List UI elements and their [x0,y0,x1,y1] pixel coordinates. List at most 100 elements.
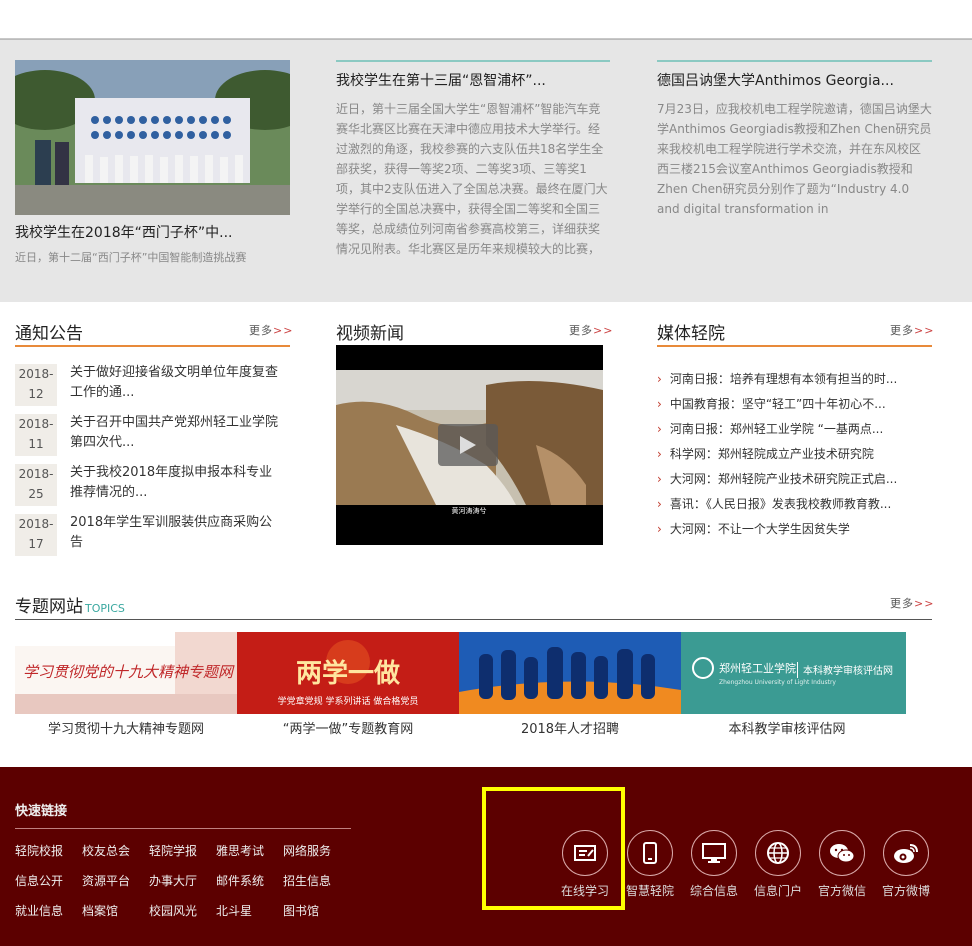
quick-link[interactable]: 校友总会 [82,842,130,859]
news-title[interactable]: 我校学生在第十三届“恩智浦杯”... [336,70,610,90]
news-item-3[interactable]: 德国吕讷堡大学Anthimos Georgia... 7月23日，应我校机电工程… [657,70,932,219]
media-link[interactable]: › 河南日报：郑州轻工业学院 “一基两点... [657,420,883,437]
weibo-icon [894,844,918,863]
info-portal-button[interactable] [755,830,801,876]
wechat-button[interactable] [819,830,865,876]
news-photo[interactable] [15,60,290,215]
quick-link[interactable]: 图书馆 [283,902,319,919]
banner-19th-congress[interactable]: 学习贯彻党的十九大精神专题网 [15,632,237,714]
quick-link[interactable]: 档案馆 [82,902,118,919]
media-link[interactable]: › 科学网：郑州轻院成立产业技术研究院 [657,445,874,462]
quick-link[interactable]: 轻院学报 [149,842,197,859]
banner-two-studies[interactable]: 两学一做 学党章党规 学系列讲话 做合格党员 [237,632,459,714]
topics-more-link[interactable]: 更多>> [890,595,934,611]
svg-text:学习贯彻党的十九大精神专题网: 学习贯彻党的十九大精神专题网 [23,663,235,681]
media-link[interactable]: › 喜讯：《人民日报》发表我校教师教育教... [657,495,891,512]
news-item-2[interactable]: 我校学生在第十三届“恩智浦杯”... 近日，第十三届全国大学生“恩智浦杯”智能汽… [336,70,610,267]
quick-link[interactable]: 招生信息 [283,872,331,889]
video-caption: 黄河涛涛兮 [452,506,487,515]
quick-link[interactable]: 北斗星 [216,902,252,919]
svg-text:本科教学审核评估网: 本科教学审核评估网 [803,664,893,677]
svg-text:Zhengzhou University of Light: Zhengzhou University of Light Industry [719,679,836,686]
quick-links-title: 快速链接 [15,804,68,819]
media-link[interactable]: › 大河网：不让一个大学生因贫失学 [657,520,850,537]
news-title[interactable]: 我校学生在2018年“西门子杯”中... [15,222,290,242]
news-summary: 近日，第十二届“西门子杯”中国智能制造挑战赛 [15,251,247,264]
video-player[interactable]: 黄河涛涛兮 [336,345,603,545]
general-info-label[interactable]: 综合信息 [690,882,738,899]
news-divider [336,60,610,62]
banner-image: 学习贯彻党的十九大精神专题网 [15,632,237,714]
topics-subtitle: TOPICS [85,602,125,615]
banner-recruitment[interactable] [459,632,681,714]
notices-underline [15,345,290,347]
notice-date: 2018- 11 [15,414,57,456]
wechat-label[interactable]: 官方微信 [818,882,866,899]
banner-caption[interactable]: 学习贯彻十九大精神专题网 [15,718,237,737]
notice-link[interactable]: 2018年学生军训服装供应商采购公告 [70,513,280,553]
topics-underline [15,619,932,620]
notice-link[interactable]: 关于我校2018年度拟申报本科专业推荐情况的... [70,463,280,503]
quick-link[interactable]: 信息公开 [15,872,63,889]
quick-link[interactable]: 轻院校报 [15,842,63,859]
smart-campus-button[interactable] [627,830,673,876]
wechat-icon [830,844,855,863]
chevron-right-icon: › [657,397,662,411]
notice-date: 2018- 25 [15,464,57,506]
svg-text:学党章党规 学系列讲话 做合格党员: 学党章党规 学系列讲话 做合格党员 [278,695,419,707]
general-info-button[interactable] [691,830,737,876]
globe-icon [767,842,789,864]
info-portal-label[interactable]: 信息门户 [754,882,802,899]
notices-title: 通知公告 [15,324,83,344]
chevron-right-icon: › [657,472,662,486]
news-summary: 7月23日，应我校机电工程学院邀请，德国吕讷堡大学Anthimos Georgi… [657,102,932,216]
media-underline [657,345,932,347]
svg-text:郑州轻工业学院: 郑州轻工业学院 [719,661,796,675]
notice-link[interactable]: 关于召开中国共产党郑州轻工业学院第四次代... [70,413,280,453]
topics-title: 专题网站 TOPICS [15,597,125,617]
media-link[interactable]: › 中国教育报：坚守“轻工”四十年初心不... [657,395,886,412]
quick-links-divider [15,828,351,829]
banner-image [459,632,681,714]
phone-icon [643,842,657,864]
chevron-right-icon: › [657,422,662,436]
media-title: 媒体轻院 [657,324,725,344]
banner-caption[interactable]: 2018年人才招聘 [459,718,681,737]
notice-date: 2018- 12 [15,364,57,406]
news-summary: 近日，第十三届全国大学生“恩智浦杯”智能汽车竞赛华北赛区比赛在天津中德应用技术大… [336,102,608,256]
banner-caption[interactable]: 本科教学审核评估网 [681,718,893,737]
news-item-1[interactable]: 我校学生在2018年“西门子杯”中... 近日，第十二届“西门子杯”中国智能制造… [15,222,290,268]
weibo-label[interactable]: 官方微博 [882,882,930,899]
quick-link[interactable]: 资源平台 [82,872,130,889]
weibo-button[interactable] [883,830,929,876]
svg-text:两学一做: 两学一做 [296,658,400,689]
notice-link[interactable]: 关于做好迎接省级文明单位年度复查工作的通... [70,363,280,403]
quick-link[interactable]: 邮件系统 [216,872,264,889]
media-link[interactable]: › 大河网：郑州轻院产业技术研究院正式启... [657,470,897,487]
quick-link[interactable]: 雅思考试 [216,842,264,859]
chevron-right-icon: › [657,497,662,511]
banner-image: 郑州轻工业学院 Zhengzhou University of Light In… [681,632,906,714]
notices-more-link[interactable]: 更多>> [249,322,293,338]
top-bar [0,0,972,39]
news-title[interactable]: 德国吕讷堡大学Anthimos Georgia... [657,70,932,90]
smart-campus-label[interactable]: 智慧轻院 [626,882,674,899]
quick-link[interactable]: 校园风光 [149,902,197,919]
monitor-icon [702,843,726,863]
chevron-right-icon: › [657,447,662,461]
play-button[interactable] [438,424,498,466]
banner-caption[interactable]: “两学一做”专题教育网 [237,718,459,737]
group-photo-image [15,60,290,215]
video-more-link[interactable]: 更多>> [569,322,613,338]
quick-link[interactable]: 就业信息 [15,902,63,919]
media-more-link[interactable]: 更多>> [890,322,934,338]
notice-date: 2018- 17 [15,514,57,556]
video-title: 视频新闻 [336,324,404,344]
quick-link[interactable]: 网络服务 [283,842,331,859]
media-link[interactable]: › 河南日报：培养有理想有本领有担当的时... [657,370,897,387]
banner-teaching-evaluation[interactable]: 郑州轻工业学院 Zhengzhou University of Light In… [681,632,906,714]
chevron-right-icon: › [657,372,662,386]
news-divider [657,60,932,62]
chevron-right-icon: › [657,522,662,536]
quick-link[interactable]: 办事大厅 [149,872,197,889]
